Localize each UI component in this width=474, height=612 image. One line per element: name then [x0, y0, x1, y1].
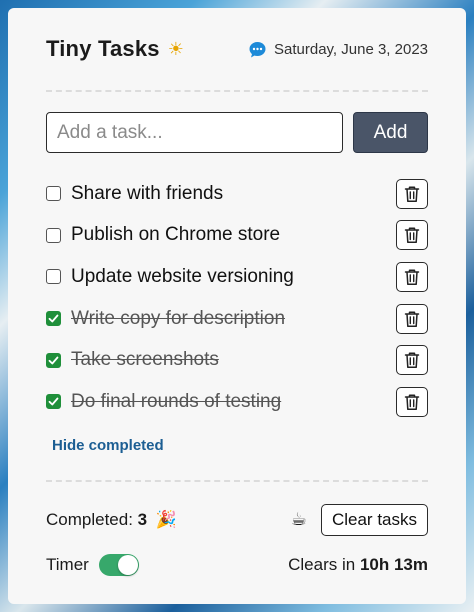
task-main: Publish on Chrome store [46, 224, 280, 246]
task-main: Write copy for description [46, 308, 285, 330]
date-display: Saturday, June 3, 2023 [249, 41, 428, 58]
trash-icon [404, 227, 420, 244]
clear-group: ☕ Clear tasks [290, 503, 428, 536]
task-label: Share with friends [71, 182, 224, 204]
task-checkbox[interactable] [46, 269, 61, 285]
checkmark-icon [48, 314, 59, 323]
task-input[interactable] [46, 112, 343, 153]
title-wrap: Tiny Tasks ☀ [46, 36, 184, 62]
trash-icon [404, 352, 420, 369]
add-button[interactable]: Add [353, 112, 428, 153]
footer-timer: Timer Clears in 10h 13m [46, 550, 428, 580]
delete-task-button[interactable] [396, 386, 428, 417]
task-main: Share with friends [46, 183, 223, 205]
task-label: Take screenshots [71, 349, 219, 371]
timer-control: Timer [46, 553, 139, 576]
clears-label: Clears in [288, 554, 356, 574]
task-label: Do final rounds of testing [71, 390, 282, 412]
chat-bubble-icon [249, 41, 266, 58]
task-main: Do final rounds of testing [46, 391, 281, 413]
toggle-knob [117, 554, 138, 575]
task-label: Publish on Chrome store [71, 224, 281, 246]
task-row: Do final rounds of testing [46, 381, 428, 423]
timer-label: Timer [46, 554, 89, 574]
task-checkbox[interactable] [46, 352, 61, 368]
delete-task-button[interactable] [396, 303, 428, 334]
popup-card: Tiny Tasks ☀ Saturday, June 3, 2023 Add … [8, 8, 466, 604]
completed-count: 3 [137, 509, 148, 529]
task-row: Update website versioning [46, 256, 428, 298]
task-list: Share with friends Publish on Chrome stor… [46, 173, 428, 423]
hide-completed-link[interactable]: Hide completed [52, 437, 428, 454]
task-label: Write copy for description [71, 307, 286, 329]
trash-icon [404, 269, 420, 286]
delete-task-button[interactable] [396, 220, 428, 251]
clears-value: 10h 13m [359, 554, 428, 574]
task-checkbox[interactable] [46, 311, 61, 327]
completed-label: Completed: [46, 509, 133, 529]
party-popper-icon: 🎉 [155, 509, 178, 529]
task-label: Update website versioning [71, 265, 294, 287]
date-text: Saturday, June 3, 2023 [274, 40, 428, 58]
delete-task-button[interactable] [396, 345, 428, 376]
completed-summary: Completed: 3 🎉 [46, 510, 177, 530]
checkmark-icon [48, 356, 59, 365]
task-row: Write copy for description [46, 298, 428, 340]
task-row: Take screenshots [46, 339, 428, 381]
task-checkbox[interactable] [46, 227, 61, 243]
header: Tiny Tasks ☀ Saturday, June 3, 2023 [46, 8, 428, 90]
checkmark-icon [48, 397, 59, 406]
footer-summary: Completed: 3 🎉 ☕ Clear tasks [46, 503, 428, 536]
coffee-icon: ☕ [290, 509, 307, 530]
delete-task-button[interactable] [396, 178, 428, 209]
clear-tasks-button[interactable]: Clear tasks [320, 503, 428, 536]
divider [46, 90, 428, 92]
task-row: Share with friends [46, 173, 428, 215]
divider [46, 479, 428, 482]
delete-task-button[interactable] [396, 261, 428, 292]
trash-icon [404, 186, 420, 202]
clears-countdown: Clears in 10h 13m [288, 555, 428, 575]
task-checkbox[interactable] [46, 186, 61, 202]
task-main: Update website versioning [46, 266, 294, 288]
task-row: Publish on Chrome store [46, 215, 428, 257]
task-main: Take screenshots [46, 349, 219, 371]
add-task-form: Add [46, 112, 428, 153]
trash-icon [404, 394, 420, 410]
sun-icon: ☀ [167, 38, 184, 59]
app-title: Tiny Tasks [46, 36, 160, 61]
timer-toggle[interactable] [98, 553, 139, 576]
trash-icon [404, 311, 420, 327]
task-checkbox[interactable] [46, 394, 61, 410]
